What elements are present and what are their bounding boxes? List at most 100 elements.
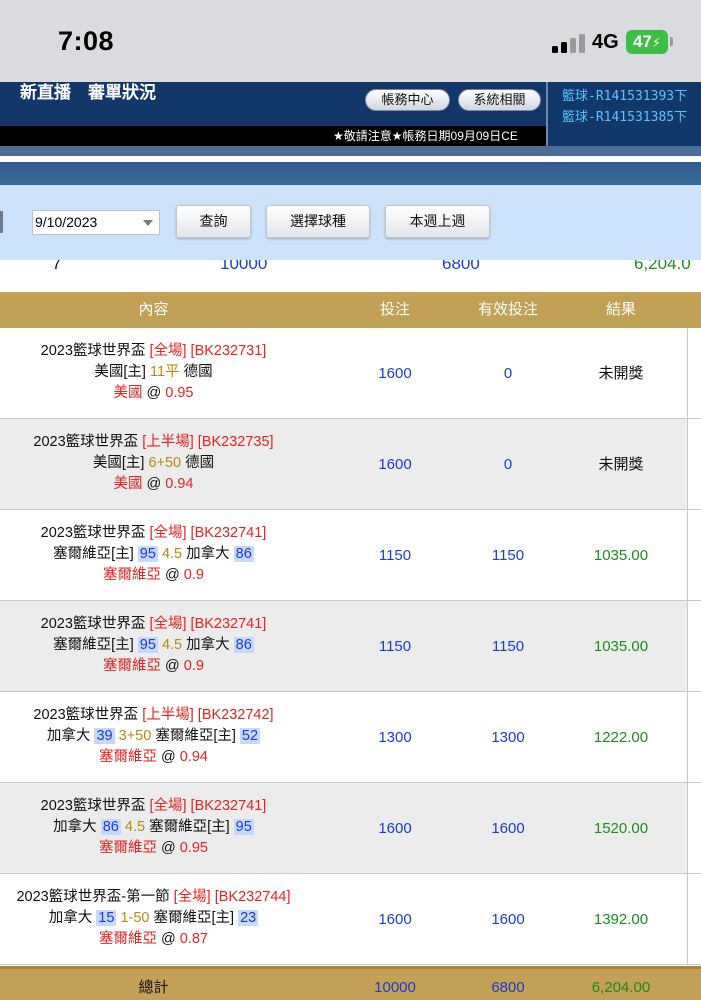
table-row: 2023籃球世界盃 [全場] [BK232731] 美國[主] 11平 德國 美國 … <box>0 328 701 419</box>
result-value: 1392.00 <box>593 911 649 928</box>
select-sport-button[interactable]: 選擇球種 <box>266 205 370 238</box>
score: 15 <box>96 910 117 926</box>
league-name: 2023籃球世界盃-第一節 <box>16 889 170 905</box>
bet-code: [BK232744] <box>214 889 291 905</box>
page-title: 新直播 審單狀況 <box>20 83 156 102</box>
matchup-line: 塞爾維亞[主] 95 4.5 加拿大 86 <box>0 544 307 565</box>
score: 86 <box>233 637 254 653</box>
account-center-button[interactable]: 帳務中心 <box>365 89 450 111</box>
valid-amount: 1600 <box>491 820 525 837</box>
bet-amount: 1600 <box>378 820 412 837</box>
date-value: 9/10/2023 <box>35 214 98 230</box>
odds: 0.9 <box>183 658 204 674</box>
team-name: 加拿大 <box>186 546 230 562</box>
team-name: 加拿大 <box>186 637 230 653</box>
notice-marquee: ★敬請注意★帳務日期09月09日CE <box>0 126 546 146</box>
status-bar: 7:08 4G 47⚡ <box>0 0 701 82</box>
valid-amount: 1600 <box>491 911 525 928</box>
league-name: 2023籃球世界盃 <box>40 525 146 541</box>
valid-amount: 0 <box>503 365 513 382</box>
bet-title-line: 2023籃球世界盃-第一節 [全場] [BK232744] <box>0 887 307 908</box>
score: 86 <box>100 819 121 835</box>
team-name: 塞爾維亞[主] <box>53 546 134 562</box>
battery-level: 47 <box>632 32 652 51</box>
bet-code: [BK232741] <box>190 798 267 814</box>
bet-amount: 1600 <box>378 911 412 928</box>
system-button[interactable]: 系統相關 <box>458 89 541 111</box>
bet-title-line: 2023籃球世界盃 [全場] [BK232741] <box>0 796 307 817</box>
result-value: 1520.00 <box>593 820 649 837</box>
status-time: 7:08 <box>58 26 115 56</box>
team-name: 加拿大 <box>53 819 97 835</box>
column-header-result: 結果 <box>605 301 636 318</box>
table-total-row: 總計 10000 6800 6,204.00 <box>0 966 701 1000</box>
score: 39 <box>94 728 115 744</box>
column-header-content: 內容 <box>138 301 169 318</box>
bet-code: [BK232731] <box>190 343 267 359</box>
period-tag: [全場] <box>173 889 211 905</box>
battery-icon: 47⚡ <box>626 30 668 54</box>
total-label: 總計 <box>138 979 169 996</box>
pick-team: 塞爾維亞 <box>98 749 157 765</box>
network-label: 4G <box>592 31 619 53</box>
pick-team: 塞爾維亞 <box>103 567 162 583</box>
row-edge <box>687 601 701 691</box>
pick-line: 塞爾維亞 @ 0.87 <box>98 931 208 947</box>
table-row: 2023籃球世界盃 [上半場] [BK232742] 加拿大 39 3+50 塞爾… <box>0 692 701 783</box>
odds: 0.87 <box>179 931 208 947</box>
league-name: 2023籃球世界盃 <box>33 707 139 723</box>
pick-team: 美國 <box>113 476 143 492</box>
pick-team: 塞爾維亞 <box>98 931 157 947</box>
bet-content: 2023籃球世界盃 [全場] [BK232741] 塞爾維亞[主] 95 4.5 … <box>0 601 307 691</box>
table-row: 2023籃球世界盃 [全場] [BK232741] 加拿大 86 4.5 塞爾維亞… <box>0 783 701 874</box>
period-tag: [全場] <box>149 616 187 632</box>
period-tag: [全場] <box>149 798 187 814</box>
row-edge <box>687 510 701 600</box>
bet-content: 2023籃球世界盃 [上半場] [BK232742] 加拿大 39 3+50 塞爾… <box>0 692 307 782</box>
table-row: 2023籃球世界盃-第一節 [全場] [BK232744] 加拿大 15 1-50… <box>0 874 701 965</box>
team-name: 塞爾維亞[主] <box>149 819 230 835</box>
bet-title-line: 2023籃球世界盃 [上半場] [BK232735] <box>0 432 307 453</box>
column-header-valid: 有效投注 <box>477 301 538 318</box>
team-name: 美國[主] <box>92 455 145 471</box>
team-name: 美國[主] <box>94 364 146 380</box>
date-select[interactable]: 9/10/2023 <box>32 210 160 235</box>
handicap-line: 4.5 <box>124 819 146 835</box>
period-tag: [全場] <box>149 525 187 541</box>
row-edge <box>687 419 701 509</box>
pick-team: 塞爾維亞 <box>98 840 157 856</box>
filter-edge <box>0 211 3 233</box>
side-message[interactable]: 籃球-R141531385下 <box>562 106 687 125</box>
odds: 0.9 <box>183 567 204 583</box>
query-button[interactable]: 查詢 <box>176 205 251 238</box>
summary-count: 7 <box>52 260 62 273</box>
bet-content: 2023籃球世界盃 [全場] [BK232731] 美國[主] 11平 德國 美國 … <box>0 328 307 418</box>
pick-team: 塞爾維亞 <box>103 658 162 674</box>
matchup-line: 塞爾維亞[主] 95 4.5 加拿大 86 <box>0 635 307 656</box>
total-valid: 6800 <box>491 979 525 996</box>
side-message[interactable]: 籃球-R141531393下 <box>562 85 687 104</box>
team-name: 塞爾維亞[主] <box>53 637 134 653</box>
bet-amount: 1300 <box>378 729 412 746</box>
table-row: 2023籃球世界盃 [全場] [BK232741] 塞爾維亞[主] 95 4.5 … <box>0 510 701 601</box>
league-name: 2023籃球世界盃 <box>40 798 146 814</box>
handicap-line: 4.5 <box>161 637 183 653</box>
bet-code: [BK232741] <box>190 616 267 632</box>
bet-code: [BK232742] <box>197 707 274 723</box>
valid-amount: 1150 <box>491 547 525 564</box>
period-tag: [上半場] <box>142 434 194 450</box>
bet-code: [BK232741] <box>190 525 267 541</box>
odds: 0.95 <box>179 840 208 856</box>
week-button[interactable]: 本週上週 <box>385 205 490 238</box>
row-edge <box>687 874 701 964</box>
row-edge <box>687 692 701 782</box>
handicap-line: 1-50 <box>120 910 150 926</box>
matchup-line: 美國[主] 6+50 德國 <box>0 453 307 474</box>
total-result: 6,204.00 <box>591 979 651 996</box>
bet-content: 2023籃球世界盃 [全場] [BK232741] 塞爾維亞[主] 95 4.5 … <box>0 510 307 600</box>
valid-amount: 1300 <box>491 729 525 746</box>
section-band <box>0 162 701 185</box>
league-name: 2023籃球世界盃 <box>40 616 146 632</box>
league-name: 2023籃球世界盃 <box>40 343 146 359</box>
score: 86 <box>233 546 254 562</box>
